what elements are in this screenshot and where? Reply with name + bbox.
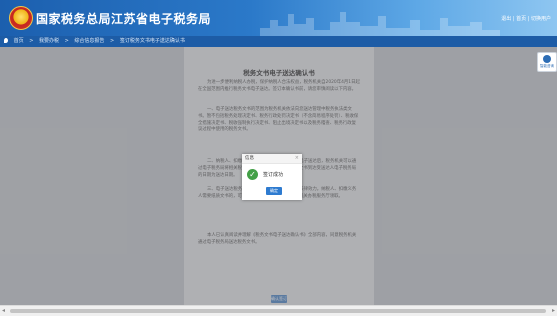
- location-pin-icon: [4, 38, 8, 43]
- breadcrumb-sep: >: [29, 38, 34, 44]
- dialog-message: 签订成功: [263, 172, 284, 178]
- user-links[interactable]: 退出 | 首页 | 切换用户: [501, 15, 551, 22]
- site-header: 国家税务总局江苏省电子税务局 退出 | 首页 | 切换用户: [0, 0, 557, 36]
- chat-icon: [543, 55, 551, 63]
- breadcrumb-home[interactable]: 首页: [14, 38, 24, 44]
- dialog-header: 信息 ×: [242, 154, 302, 164]
- smart-consult-label: 智能咨询: [540, 64, 554, 68]
- smart-consult-widget[interactable]: 智能咨询: [537, 52, 557, 72]
- breadcrumb-item-banshui[interactable]: 我要办税: [39, 38, 59, 44]
- breadcrumb: 首页 > 我要办税 > 综合信息报告 > 签订税务文书电子送达确认书: [0, 36, 557, 47]
- dialog-title: 信息: [245, 156, 254, 161]
- horizontal-scrollbar[interactable]: ◂ ▸: [0, 305, 557, 316]
- breadcrumb-item-report[interactable]: 综合信息报告: [74, 38, 104, 44]
- breadcrumb-item-current: 签订税务文书电子送达确认书: [119, 38, 185, 44]
- scroll-left-icon[interactable]: ◂: [2, 307, 5, 314]
- breadcrumb-sep: >: [110, 38, 115, 44]
- breadcrumb-sep: >: [64, 38, 69, 44]
- site-title: 国家税务总局江苏省电子税务局: [36, 12, 212, 26]
- success-dialog: 信息 × ✓ 签订成功 确定: [242, 154, 302, 200]
- dialog-ok-button[interactable]: 确定: [266, 187, 282, 195]
- check-circle-icon: ✓: [247, 169, 258, 180]
- skyline-decoration: [260, 12, 500, 36]
- tax-emblem-icon: [9, 6, 33, 30]
- scroll-right-icon[interactable]: ▸: [552, 307, 555, 314]
- close-icon[interactable]: ×: [295, 154, 299, 163]
- scroll-thumb[interactable]: [10, 309, 546, 313]
